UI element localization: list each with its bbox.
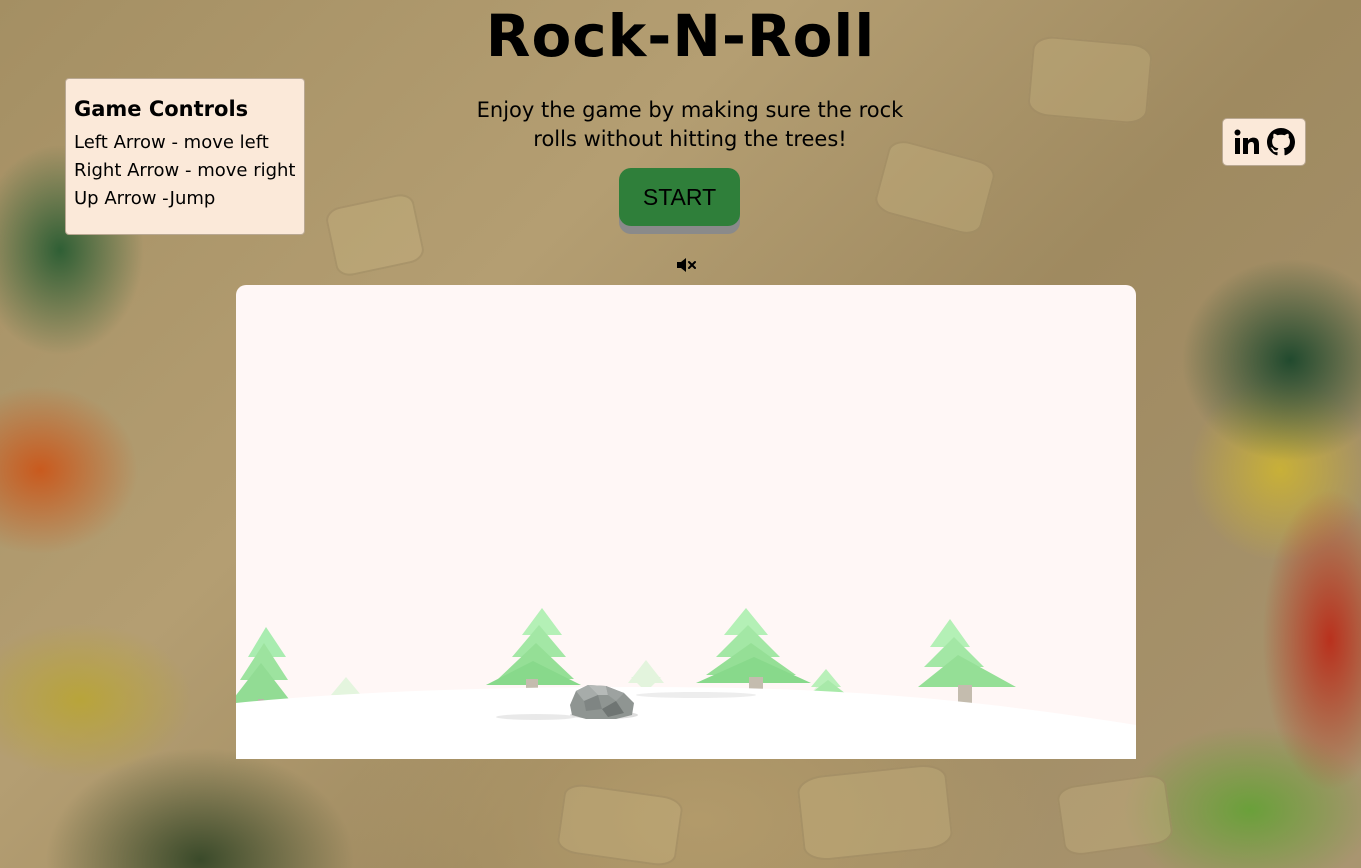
game-subtitle: Enjoy the game by making sure the rock r… xyxy=(476,98,904,151)
game-controls-panel: Game Controls Left Arrow - move left Rig… xyxy=(65,78,305,235)
tree-1 xyxy=(486,608,581,691)
control-left-arrow: Left Arrow - move left xyxy=(74,132,269,153)
tree-far-3 xyxy=(331,677,361,695)
linkedin-icon[interactable] xyxy=(1233,128,1261,156)
volume-mute-icon[interactable] xyxy=(676,257,696,273)
control-up-arrow: Up Arrow -Jump xyxy=(74,188,216,209)
tree-left-edge xyxy=(236,627,292,709)
game-canvas[interactable] xyxy=(236,285,1136,759)
social-links xyxy=(1222,118,1306,166)
github-icon[interactable] xyxy=(1267,128,1295,156)
start-button[interactable]: START xyxy=(619,168,740,226)
controls-heading: Game Controls xyxy=(74,97,249,121)
tree-2 xyxy=(696,608,811,699)
game-title: Rock-N-Roll xyxy=(485,2,876,70)
tree-3 xyxy=(918,619,1016,705)
control-right-arrow: Right Arrow - move right xyxy=(74,160,296,181)
